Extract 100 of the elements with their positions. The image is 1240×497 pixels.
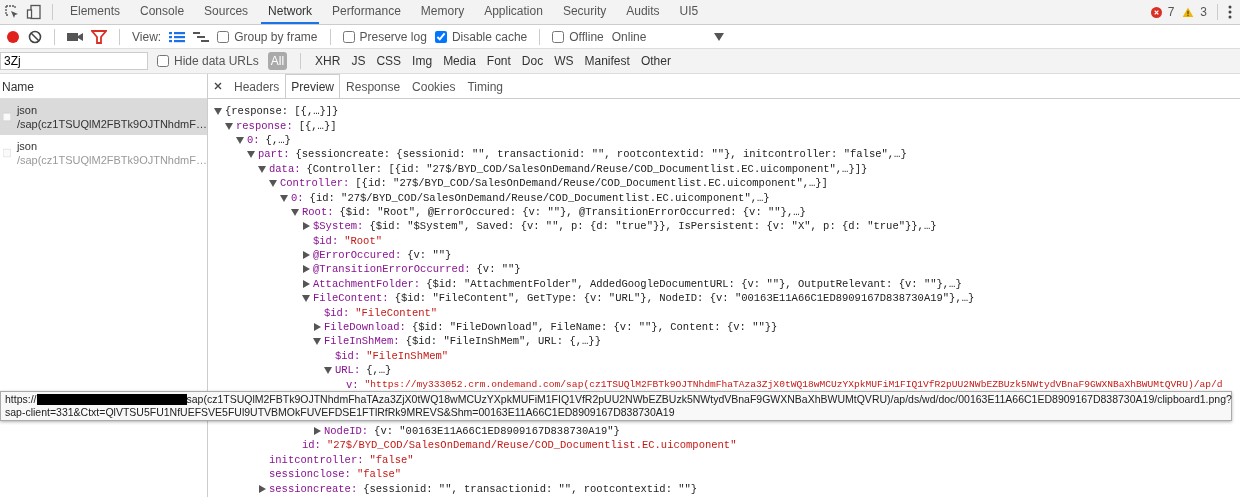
panel-tab[interactable]: Sources [197,0,256,24]
list-view-icon[interactable] [169,30,186,43]
property-value: {v: "00163E11A66C1ED8909167D838730A19"} [374,425,620,437]
property-value: {response: [{,…}]} [225,105,339,118]
property-value: {v: ""} [476,263,521,276]
property-key: v: [346,378,359,391]
option-label: Disable cache [451,29,528,44]
property-key: @TransitionErrorOccurred: [313,263,471,276]
expanded-arrow-icon[interactable] [258,164,266,173]
type-filter[interactable]: XHR [314,52,342,70]
property-value: "Root" [344,234,383,247]
collapsed-arrow-icon[interactable] [302,265,310,274]
property-key: sessioncreate: [269,482,358,495]
detail-tab[interactable]: Cookies [406,74,462,98]
type-filter[interactable]: Other [639,52,672,70]
type-filter[interactable]: Manifest [583,52,631,70]
detail-tab[interactable]: Timing [461,74,509,98]
panel-tab[interactable]: Security [555,0,614,24]
property-value: "https://my333052.crm.ondemand.com/sap(cz1TSUQlM2FBTk9OJTNhdmFhaTAza3ZjX0tWQ18wMCUzYXpkMUFiM1FIQ1VfR2pUU2NWbEZBUzk5NWtydVBnaF9GWXNBaXhBWUMtQVRU)/ap/d [364,379,1223,391]
tooltip-url-text: sap(cz1TSUQlM2FBTk9OJTNhdmFhaTAza3ZjX0tWQ18wMCUzYXpkMUFiM1FIQ1VfR2pUU2NWbEZBUzk5NWtydVBnaF9GWXNBaXhBWUMtQVRU)/ap/ds/wd/doc/00163E11A66C1ED8909167D838730A19/clipboard1.png? [186,393,1232,406]
record-button[interactable] [6,29,20,44]
collapsed-arrow-icon[interactable] [302,279,310,288]
property-key: FileContent: [313,292,389,305]
property-value: "FileContent" [355,306,438,319]
property-value: {$id: "FileDownload", FileName: {v: ""}, Content: {v: ""}} [411,321,778,334]
collapsed-arrow-icon[interactable] [313,427,321,435]
property-key: $id: [313,234,339,247]
property-value: {v: ""} [407,249,452,262]
property-value: {Controller: [{id: "27$/BYD_COD/SalesOnDemand/Reuse/COD_Documentlist.EC.uicomponent",…}]} [306,162,868,175]
property-key: FileDownload: [324,321,406,334]
detail-tab[interactable]: Response [340,74,407,98]
detail-tab[interactable]: Headers [228,74,286,98]
property-key: sessionclose: [269,468,351,481]
collapsed-arrow-icon[interactable] [302,251,310,260]
property-value: "false" [356,468,402,481]
panel-tab[interactable]: Memory [413,0,472,24]
panel-tab[interactable]: Console [133,0,192,24]
option-checkbox[interactable] [217,30,230,43]
error-icon [1150,6,1162,18]
collapsed-arrow-icon[interactable] [258,484,266,493]
type-filter[interactable]: Media [442,52,477,70]
panel-tab[interactable]: UI5 [672,0,706,24]
expanded-arrow-icon[interactable] [214,107,222,116]
expanded-arrow-icon[interactable] [324,366,332,375]
expanded-arrow-icon[interactable] [291,207,299,216]
expanded-arrow-icon[interactable] [247,150,255,159]
collapsed-arrow-icon[interactable] [313,323,321,332]
more-menu-icon[interactable] [1228,5,1232,19]
tooltip-url-text: sap-client=331&Ctxt=QlVTSU5FU1NfUEFSVE5FUl9UTVBMOkFUVEFDSE1FTlRfRk9MREVS&Shm=00163E11A66C1ED8909167D838730A19 [5,406,676,419]
request-row[interactable]: json /sap(cz1TSUQlM2FBTk9OJTNhdmF… [0,99,207,135]
device-icon[interactable] [26,4,42,20]
error-count: 7 [1167,5,1175,19]
property-value: {sessionid: "", transactionid: "", rootcontextid: ""} [363,482,698,495]
expanded-arrow-icon[interactable] [225,121,233,130]
collapsed-arrow-icon[interactable] [302,222,310,231]
warning-count: 3 [1200,5,1207,19]
option-checkbox[interactable] [552,30,565,43]
camera-icon[interactable] [67,30,83,43]
panel-tab[interactable]: Application [477,0,550,24]
property-value: {$id: "FileContent", GetType: {v: "URL"}, NodeID: {v: "00163E11A66C1ED8909167D838730A19"},…} [394,292,975,305]
detail-tab[interactable]: Preview [285,74,341,98]
option-label: Offline [569,29,604,44]
type-filter[interactable]: WS [553,52,575,70]
expanded-arrow-icon[interactable] [302,294,310,303]
property-key: 0: [247,133,260,146]
hide-data-urls-checkbox[interactable] [157,55,169,67]
filter-icon[interactable] [91,29,107,44]
inspect-icon[interactable] [4,4,20,20]
property-key: data: [269,162,301,175]
type-filter[interactable]: CSS [375,52,403,70]
expanded-arrow-icon[interactable] [313,337,321,346]
type-filter[interactable]: JS [350,52,367,70]
panel-tab[interactable]: Performance [325,0,408,24]
type-filter[interactable]: Doc [520,52,545,70]
type-filter[interactable]: Img [411,52,434,70]
expanded-arrow-icon[interactable] [269,179,277,188]
option-checkbox[interactable] [342,30,355,43]
property-key: URL: [335,364,361,377]
waterfall-view-icon[interactable] [193,30,210,43]
property-value: {$id: "FileInShMem", URL: {,…}} [405,335,601,348]
property-value: {$id: "$System", Saved: {v: "", p: {d: "true"}}, IsPersistent: {v: "X", p: {d: "true"}},…} [369,220,937,233]
option-label: Group by frame [234,29,318,44]
property-value: {,…} [366,364,392,377]
throttling-dropdown[interactable]: Online [611,29,707,44]
clear-icon[interactable] [28,29,42,44]
expanded-arrow-icon[interactable] [280,193,288,202]
request-name: json [16,139,39,153]
option-checkbox[interactable] [434,30,447,43]
dropdown-caret-icon[interactable] [714,32,725,41]
property-key: @ErrorOccured: [313,249,402,262]
request-path: /sap(cz1TSUQlM2FBTk9OJTNhdmF… [16,153,207,167]
property-key: $id: [324,306,350,319]
expanded-arrow-icon[interactable] [236,135,244,144]
request-row[interactable]: json /sap(cz1TSUQlM2FBTk9OJTNhdmF… [0,135,207,171]
type-filter[interactable]: Font [485,52,512,70]
panel-tab[interactable]: Audits [619,0,667,24]
option-label: Preserve log [359,29,427,44]
filter-field[interactable]: 3Zj [0,52,148,70]
panel-tab[interactable]: Elements [63,0,128,24]
property-key: FileInShMem: [324,335,400,348]
